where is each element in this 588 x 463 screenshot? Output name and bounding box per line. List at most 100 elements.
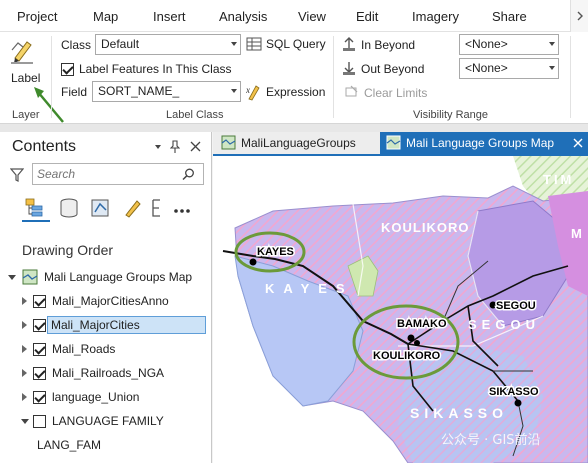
city-point-koulikoro[interactable] [414,340,420,346]
expression-button[interactable]: x Expression [246,83,326,101]
city-label-kayes: KAYES [257,246,294,258]
field-dropdown[interactable]: SORT_NAME_ [92,81,241,102]
list-by-snapping-icon[interactable] [150,198,164,218]
label-button[interactable]: Label [4,34,46,90]
layer-visibility-checkbox[interactable] [33,391,46,404]
filter-icon[interactable] [10,167,24,183]
label-button-text: Label [11,71,41,85]
layer-name: Mali_Railroads_NGA [52,366,165,380]
layer-row-majorcities[interactable]: Mali_MajorCities [0,314,211,336]
out-beyond-value: <None> [465,61,508,75]
map-icon [386,135,401,150]
clear-limits-button[interactable]: Clear Limits [345,84,440,102]
list-by-drawing-order-button[interactable] [22,196,50,222]
region-label-partial-m: M [571,226,582,241]
more-options-icon[interactable] [173,208,191,214]
menu-analysis[interactable]: Analysis [219,9,267,24]
chevron-down-icon [231,89,237,93]
city-label-segou: SEGOU [496,300,536,312]
city-point-sikasso[interactable] [514,399,522,407]
layer-visibility-checkbox[interactable] [33,367,46,380]
region-label-kayes: KAYES [265,281,354,296]
close-icon[interactable] [573,138,583,148]
expand-icon[interactable] [22,345,27,353]
expand-icon[interactable] [8,275,16,280]
layer-row-language-family[interactable]: LANGUAGE FAMILY [0,410,211,432]
search-icon[interactable] [182,168,195,181]
chevron-down-icon[interactable] [153,142,163,152]
tab-mali-language-groups-map[interactable]: Mali Language Groups Map [380,132,588,154]
layer-row-map[interactable]: Mali Language Groups Map [0,266,211,288]
drawing-order-heading: Drawing Order [22,242,114,258]
menu-share[interactable]: Share [492,9,527,24]
out-beyond-dropdown[interactable]: <None> [459,58,559,79]
close-icon[interactable] [190,141,201,152]
map-view[interactable]: KOULIKORO KAYES SEGOU SIKASSO TIM M KAYE… [213,156,588,463]
list-by-selection-icon[interactable] [90,198,112,218]
pin-icon[interactable] [170,140,180,154]
list-by-source-icon[interactable] [58,198,80,218]
expand-icon[interactable] [22,297,27,305]
layer-name: Mali Language Groups Map [44,270,193,284]
city-label-koulikoro: KOULIKORO [373,350,441,362]
layer-visibility-checkbox[interactable] [33,295,46,308]
layer-row-majorcitiesanno[interactable]: Mali_MajorCitiesAnno [0,290,211,312]
menu-view[interactable]: View [298,9,326,24]
expand-icon[interactable] [22,393,27,401]
layer-visibility-checkbox[interactable] [33,343,46,356]
chevron-down-icon [231,42,237,46]
layer-visibility-checkbox[interactable] [33,415,46,428]
clear-limits-text: Clear Limits [364,86,428,100]
chevron-down-icon [549,66,555,70]
region-label-segou: SEGOU [468,317,540,332]
search-box[interactable] [32,163,204,185]
layer-visibility-checkbox[interactable] [33,319,46,332]
group-separator [570,36,571,118]
list-by-editing-icon[interactable] [122,198,144,218]
menu-edit[interactable]: Edit [356,9,378,24]
expand-icon[interactable] [22,321,27,329]
out-beyond-button[interactable]: Out Beyond [341,60,431,78]
layer-row-lang-fam[interactable]: LANG_FAM [0,434,211,456]
svg-text:x: x [246,85,250,95]
layer-name: Mali_MajorCities [47,316,206,334]
city-point-kayes[interactable] [249,258,257,266]
in-beyond-dropdown[interactable]: <None> [459,34,559,55]
out-beyond-text: Out Beyond [361,62,425,76]
layer-name: Mali_Roads [52,342,116,356]
group-separator [333,36,334,118]
menu-overflow[interactable] [570,0,588,32]
watermark: 公众号 · GIS前沿 [441,432,541,448]
layer-row-language-union[interactable]: language_Union [0,386,211,408]
menu-project[interactable]: Project [17,9,57,24]
in-beyond-button[interactable]: In Beyond [341,36,431,54]
tab-mali-language-groups[interactable]: MaliLanguageGroups [215,132,377,154]
label-features-checkbox[interactable] [61,63,74,76]
expand-icon[interactable] [21,419,29,424]
label-features-text: Label Features In This Class [79,62,232,76]
tab-label: MaliLanguageGroups [241,136,356,150]
region-label-partial-tim: TIM [543,172,574,187]
menu-map[interactable]: Map [93,9,118,24]
sql-query-button[interactable]: SQL Query [246,36,326,54]
search-input[interactable] [33,164,163,184]
menu-insert[interactable]: Insert [153,9,186,24]
chevron-right-icon [577,11,583,21]
menu-bar: Project Map Insert Analysis View Edit Im… [0,0,588,32]
city-point-bamako[interactable] [407,334,415,342]
expression-icon: x [246,85,260,101]
zoom-out-beyond-icon [343,62,355,75]
expand-icon[interactable] [22,369,27,377]
expression-text: Expression [266,85,326,99]
layer-row-railroads[interactable]: Mali_Railroads_NGA [0,362,211,384]
menu-imagery[interactable]: Imagery [412,9,459,24]
layer-row-roads[interactable]: Mali_Roads [0,338,211,360]
map-canvas[interactable]: KOULIKORO KAYES SEGOU SIKASSO TIM M KAYE… [213,156,588,463]
chevron-down-icon [549,42,555,46]
class-dropdown[interactable]: Default [95,34,241,55]
map-icon [22,269,38,285]
sql-query-text: SQL Query [266,37,326,51]
zoom-in-beyond-icon [343,37,355,51]
city-label-bamako: BAMAKO [397,318,447,330]
contents-pane: Contents Drawing Order [0,132,212,463]
